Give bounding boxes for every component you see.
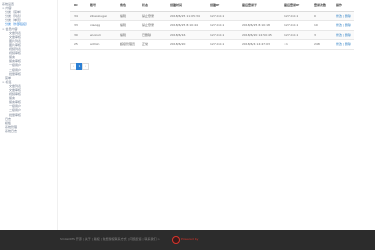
table-row: 25 admin 超级管理员 正常 2018/6/20 127.0.0.1 2018/6/4…: [70, 39, 354, 50]
table-row: 30 wuxiuli 编辑 已删除 2018/6/16 127.0.0.1 2018/6/2…: [70, 30, 354, 40]
footer-powered-by: Powered by: [181, 237, 199, 241]
next-page-button[interactable]: ›: [82, 63, 89, 70]
table-cell: 127.0.0.1: [206, 30, 238, 40]
row-actions[interactable]: 修改 | 删除: [332, 30, 354, 40]
table-cell: 25: [70, 39, 86, 50]
sidebar-item[interactable]: 系统日志: [0, 129, 57, 133]
row-actions[interactable]: 修改 | 删除: [332, 39, 354, 50]
table-cell: 编辑: [116, 11, 138, 21]
table-cell: 2018/6/25 8:10:44: [166, 20, 206, 31]
column-header: 登录次数: [310, 0, 332, 12]
table-cell: 已删除: [138, 30, 166, 40]
column-header: 操作: [332, 0, 354, 12]
column-header: 创建IP: [206, 0, 238, 12]
pagination: ‹ 1 ›: [70, 63, 89, 70]
table-cell: 127.0.0.1: [206, 11, 238, 21]
column-header: 角色: [116, 0, 138, 12]
table-cell: 2018/6/25 11:05:34: [166, 11, 206, 21]
sidebar-tree: 系统设置 > 内容 分类（菜单） 分类（列表） 分类（单页） 分类（外部链接） > 会员内容…: [0, 0, 57, 133]
table-cell: [238, 11, 280, 21]
column-header: 状态: [138, 0, 166, 12]
table-cell: 127.0.0.1: [206, 20, 238, 31]
footer-logo-icon: [172, 236, 180, 244]
table-cell: 127.0.0.1: [280, 11, 310, 21]
column-header: 最后登录于: [238, 0, 280, 12]
table-cell: 正常: [138, 39, 166, 50]
table-cell: 禁止登录: [138, 20, 166, 31]
sidebar-nav: 系统设置 > 内容 分类（菜单） 分类（列表） 分类（单页） 分类（外部链接） > 会员内容…: [0, 0, 58, 230]
table-row: 34 ziliaoxiugai 编辑 禁止登录 2018/6/25 11:05:34 12…: [70, 11, 354, 21]
table-header-row: ID 账号 角色 状态 创建时间 创建IP 最后登录于 最后登录IP 登录次数 操作: [70, 0, 354, 12]
table-cell: 编辑: [116, 30, 138, 40]
table-body: 34 ziliaoxiugai 编辑 禁止登录 2018/6/25 11:05:34 12…: [70, 11, 354, 50]
page: 系统设置 > 内容 分类（菜单） 分类（列表） 分类（单页） 分类（外部链接） > 会员内容…: [0, 0, 375, 250]
table-cell: 34: [70, 11, 86, 21]
table-cell: 2018/6/25 8:10:18: [238, 20, 280, 31]
admin-users-table: ID 账号 角色 状态 创建时间 创建IP 最后登录于 最后登录IP 登录次数 操作 34 zili…: [70, 0, 354, 50]
table-cell: 编辑: [116, 20, 138, 31]
table-cell: 超级管理员: [116, 39, 138, 50]
table-row: 33 xiaoqg 编辑 禁止登录 2018/6/25 8:10:44 127.0.0.1…: [70, 20, 354, 31]
main-content: ID 账号 角色 状态 创建时间 创建IP 最后登录于 最后登录IP 登录次数 操作 34 zili…: [70, 0, 360, 50]
table-cell: 10: [310, 20, 332, 31]
row-actions[interactable]: 修改 | 删除: [332, 11, 354, 21]
table-cell: 127.0.0.1: [206, 39, 238, 50]
table-cell: 2018/6/16: [166, 30, 206, 40]
table-cell: 127.0.0.1: [280, 20, 310, 31]
column-header: ID: [70, 0, 86, 12]
table-cell: xiaoqg: [86, 20, 116, 31]
table-cell: ziliaoxiugai: [86, 11, 116, 21]
table-cell: 3: [310, 30, 332, 40]
table-cell: 禁止登录: [138, 11, 166, 21]
table-cell: wuxiuli: [86, 30, 116, 40]
table-cell: admin: [86, 39, 116, 50]
column-header: 账号: [86, 0, 116, 12]
column-header: 创建时间: [166, 0, 206, 12]
table-cell: ::1: [280, 39, 310, 50]
column-header: 最后登录IP: [280, 0, 310, 12]
table-cell: 127.0.0.1: [280, 30, 310, 40]
table-cell: 30: [70, 30, 86, 40]
row-actions[interactable]: 修改 | 删除: [332, 20, 354, 31]
table-cell: 2018/6/20: [166, 39, 206, 50]
table-cell: 33: [70, 20, 86, 31]
table-cell: 2018/6/4 14:47:03: [238, 39, 280, 50]
footer-links[interactable]: SmileCMS 开源 | 关于 | 版权 | 免费授权联系方式 | 问题反馈 …: [60, 237, 160, 241]
table-cell: 0: [310, 11, 332, 21]
table-cell: 248: [310, 39, 332, 50]
footer: SmileCMS 开源 | 关于 | 版权 | 免费授权联系方式 | 问题反馈 …: [0, 230, 375, 250]
table-cell: 2018/6/20 14:50:45: [238, 30, 280, 40]
